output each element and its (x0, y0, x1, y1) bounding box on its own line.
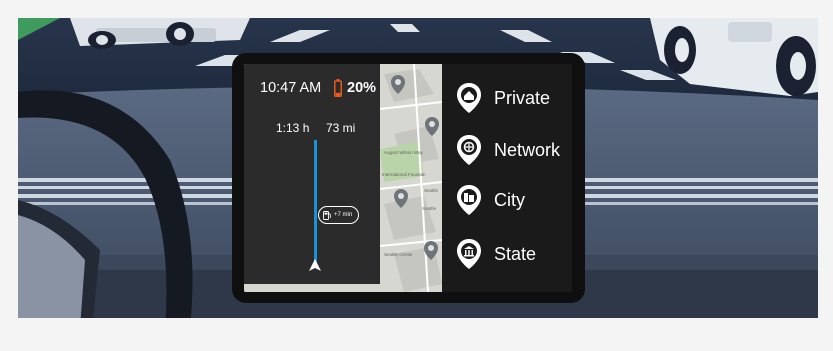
route-line (314, 140, 317, 264)
route-distance: 73 mi (326, 121, 356, 135)
map-label: Seattle (422, 206, 437, 211)
infotainment-screen: August Wilson Way International Fountain… (244, 64, 572, 292)
navigation-panel: 10:47 AM 20% 1:13 h 73 mi +7 min (244, 64, 380, 284)
home-icon (457, 83, 481, 113)
menu-item-label: Network (494, 139, 561, 160)
charger-type-menu: Private Network City State (442, 64, 572, 292)
map-label: International Fountain (382, 172, 426, 177)
menu-item-network[interactable]: Network (456, 130, 572, 170)
navigation-arrow-icon (309, 259, 321, 271)
state-building-icon (457, 239, 481, 269)
menu-item-label: City (494, 189, 525, 210)
car-dashboard-scene: August Wilson Way International Fountain… (0, 0, 833, 346)
battery-icon (334, 79, 342, 97)
charging-stop-marker[interactable]: +7 min (318, 206, 360, 224)
map-label: August Wilson Way (384, 150, 423, 155)
network-icon (457, 135, 481, 165)
map-label: Seattle Center (384, 252, 413, 257)
route-eta: 1:13 h (276, 121, 310, 135)
menu-item-private[interactable]: Private (456, 78, 572, 118)
stop-delay: +7 min (334, 212, 353, 218)
menu-item-city[interactable]: City (456, 180, 572, 220)
battery-percent: 20% (347, 80, 377, 96)
menu-item-state[interactable]: State (456, 234, 572, 274)
menu-item-label: Private (494, 87, 551, 108)
fuel-pump-icon (323, 210, 331, 220)
map-view[interactable]: August Wilson Way International Fountain… (244, 64, 442, 292)
clock: 10:47 AM (260, 80, 322, 96)
menu-item-label: State (494, 243, 537, 264)
city-buildings-icon (457, 185, 481, 215)
map-label: Seattle (424, 188, 439, 193)
